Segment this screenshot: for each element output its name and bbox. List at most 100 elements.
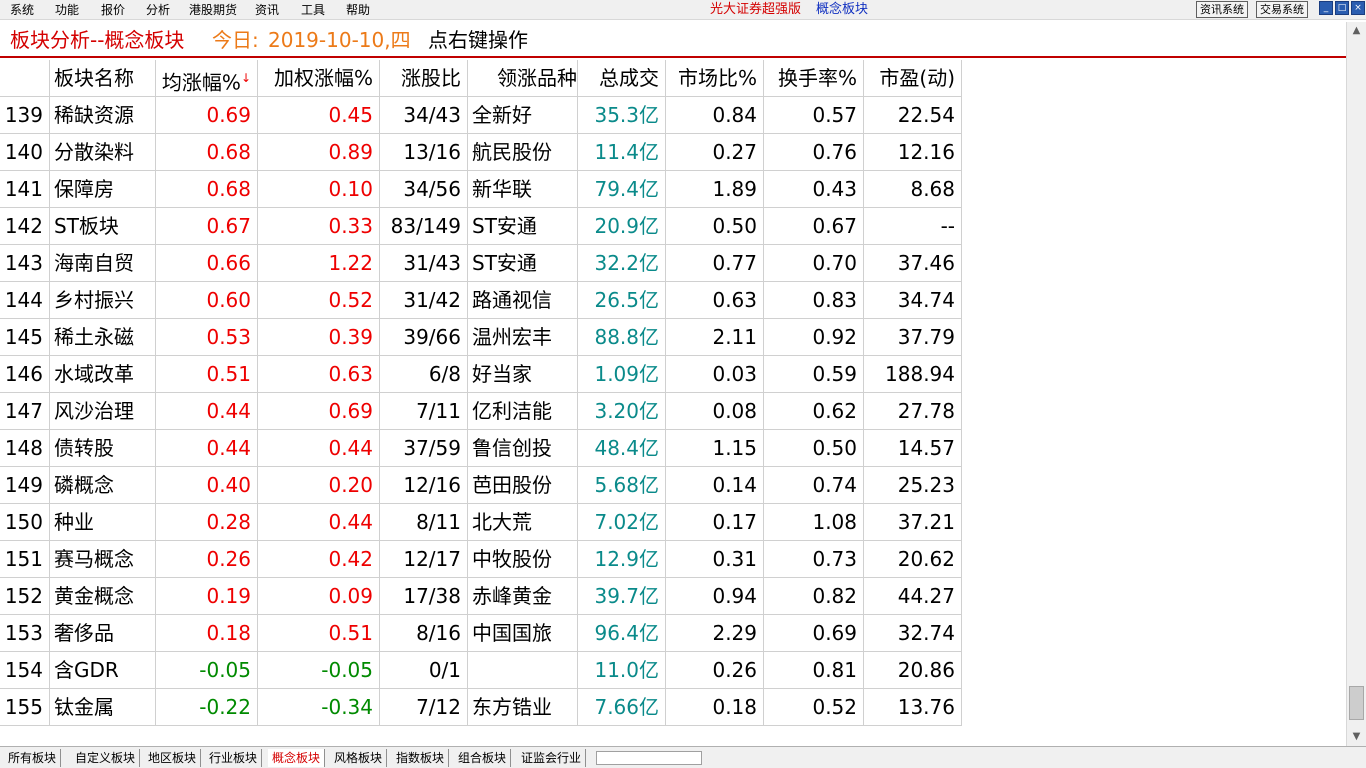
- vertical-scrollbar[interactable]: ▲ ▼: [1346, 22, 1366, 746]
- close-icon[interactable]: ×: [1351, 1, 1365, 15]
- header-market-share-label[interactable]: 市场比%: [678, 66, 757, 90]
- menu-quote[interactable]: 报价: [101, 2, 125, 18]
- table-row[interactable]: 140 分散染料 0.68 0.89 13/16 航民股份 11.4亿 0.27 0.76 12.…: [0, 134, 962, 171]
- cell-rise-ratio: 39/66: [380, 319, 468, 356]
- cell-rise-ratio: 8/11: [380, 504, 468, 541]
- table-row[interactable]: 149 磷概念 0.40 0.20 12/16 芭田股份 5.68亿 0.14 0.74 25.2…: [0, 467, 962, 504]
- tab-6[interactable]: 指数板块: [392, 749, 450, 767]
- tab-4[interactable]: 概念板块: [268, 749, 326, 767]
- cell-weighted-change: 0.39: [258, 319, 380, 356]
- table-row[interactable]: 144 乡村振兴 0.60 0.52 31/42 路通视信 26.5亿 0.63 0.83 34.…: [0, 282, 962, 319]
- header-weighted-change-label[interactable]: 加权涨幅%: [274, 66, 373, 90]
- header-block-name-label[interactable]: 板块名称: [54, 66, 134, 90]
- cell-leading-stock: 路通视信: [468, 282, 578, 319]
- menu-function[interactable]: 功能: [55, 2, 79, 18]
- tab-7[interactable]: 组合板块: [454, 749, 512, 767]
- news-system-button[interactable]: 资讯系统: [1196, 1, 1248, 18]
- cell-avg-change: 0.68: [156, 171, 258, 208]
- cell-turnover-rate: 0.67: [764, 208, 864, 245]
- header-turnover-rate[interactable]: 换手率%: [764, 60, 864, 97]
- cell-turnover-rate: 0.52: [764, 689, 864, 726]
- cell-turnover-rate: 0.74: [764, 467, 864, 504]
- cell-pe-ratio: 20.62: [864, 541, 962, 578]
- table-row[interactable]: 141 保障房 0.68 0.10 34/56 新华联 79.4亿 1.89 0.43 8.68: [0, 171, 962, 208]
- cell-weighted-change: 0.20: [258, 467, 380, 504]
- header-leading-stock-label[interactable]: 领涨品种: [497, 66, 577, 90]
- table-row[interactable]: 153 奢侈品 0.18 0.51 8/16 中国国旅 96.4亿 2.29 0.69 32.74: [0, 615, 962, 652]
- cell-total-volume: 5.68亿: [578, 467, 666, 504]
- table-row[interactable]: 139 稀缺资源 0.69 0.45 34/43 全新好 35.3亿 0.84 0.57 22.5…: [0, 97, 962, 134]
- cell-total-volume: 26.5亿: [578, 282, 666, 319]
- table-row[interactable]: 146 水域改革 0.51 0.63 6/8 好当家 1.09亿 0.03 0.59 188.94: [0, 356, 962, 393]
- scroll-thumb[interactable]: [1349, 686, 1364, 720]
- menu-system[interactable]: 系统: [10, 2, 34, 18]
- table-row[interactable]: 145 稀土永磁 0.53 0.39 39/66 温州宏丰 88.8亿 2.11 0.92 37.…: [0, 319, 962, 356]
- cell-pe-ratio: 188.94: [864, 356, 962, 393]
- cell-avg-change: 0.51: [156, 356, 258, 393]
- menu-help[interactable]: 帮助: [346, 2, 370, 18]
- table-row[interactable]: 155 钛金属 -0.22 -0.34 7/12 东方锆业 7.66亿 0.18 0.52 13.…: [0, 689, 962, 726]
- header-turnover-rate-label[interactable]: 换手率%: [778, 66, 857, 90]
- tab-5[interactable]: 风格板块: [330, 749, 388, 767]
- cell-market-share: 1.89: [666, 171, 764, 208]
- cell-pe-ratio: 25.23: [864, 467, 962, 504]
- horizontal-scrollbar[interactable]: [596, 751, 702, 765]
- cell-leading-stock: ST安通: [468, 245, 578, 282]
- cell-avg-change: 0.66: [156, 245, 258, 282]
- menu-tools[interactable]: 工具: [301, 2, 325, 18]
- cell-avg-change: 0.69: [156, 97, 258, 134]
- cell-pe-ratio: --: [864, 208, 962, 245]
- table-row[interactable]: 143 海南自贸 0.66 1.22 31/43 ST安通 32.2亿 0.77 0.70 37.…: [0, 245, 962, 282]
- header-market-share[interactable]: 市场比%: [666, 60, 764, 97]
- header-block-name[interactable]: 板块名称: [50, 60, 156, 97]
- cell-block-name: 海南自贸: [50, 245, 156, 282]
- cell-rise-ratio: 31/42: [380, 282, 468, 319]
- tab-2[interactable]: 地区板块: [144, 749, 202, 767]
- cell-market-share: 0.03: [666, 356, 764, 393]
- cell-avg-change: 0.40: [156, 467, 258, 504]
- cell-total-volume: 3.20亿: [578, 393, 666, 430]
- table-row[interactable]: 154 含GDR -0.05 -0.05 0/1 11.0亿 0.26 0.81 20.86: [0, 652, 962, 689]
- header-pe-ratio[interactable]: 市盈(动): [864, 60, 962, 97]
- menu-analysis[interactable]: 分析: [146, 2, 170, 18]
- table-row[interactable]: 148 债转股 0.44 0.44 37/59 鲁信创投 48.4亿 1.15 0.50 14.5…: [0, 430, 962, 467]
- cell-rise-ratio: 12/17: [380, 541, 468, 578]
- header-rise-ratio-label[interactable]: 涨股比: [401, 66, 461, 90]
- restore-icon[interactable]: □: [1335, 1, 1349, 15]
- header-weighted-change[interactable]: 加权涨幅%: [258, 60, 380, 97]
- header-leading-stock[interactable]: 领涨品种: [468, 60, 578, 97]
- header-total-volume-label[interactable]: 总成交: [599, 66, 659, 90]
- cell-block-name: 稀缺资源: [50, 97, 156, 134]
- cell-turnover-rate: 0.92: [764, 319, 864, 356]
- cell-weighted-change: 0.10: [258, 171, 380, 208]
- scroll-up-icon[interactable]: ▲: [1347, 22, 1366, 40]
- tab-0[interactable]: 所有板块: [4, 749, 62, 767]
- cell-weighted-change: 0.69: [258, 393, 380, 430]
- cell-rise-ratio: 0/1: [380, 652, 468, 689]
- table-row[interactable]: 142 ST板块 0.67 0.33 83/149 ST安通 20.9亿 0.50 0.67 --: [0, 208, 962, 245]
- header-rise-ratio[interactable]: 涨股比: [380, 60, 468, 97]
- table-row[interactable]: 147 风沙治理 0.44 0.69 7/11 亿利洁能 3.20亿 0.08 0.62 27.7…: [0, 393, 962, 430]
- cell-block-name: 风沙治理: [50, 393, 156, 430]
- menu-hk-futures[interactable]: 港股期货: [189, 2, 237, 18]
- table-row[interactable]: 150 种业 0.28 0.44 8/11 北大荒 7.02亿 0.17 1.08 37.21: [0, 504, 962, 541]
- header-avg-change[interactable]: 均涨幅%↓: [156, 60, 258, 97]
- scroll-down-icon[interactable]: ▼: [1347, 728, 1366, 746]
- header-pe-ratio-label[interactable]: 市盈(动): [879, 66, 955, 90]
- menu-news[interactable]: 资讯: [255, 2, 279, 18]
- table-row[interactable]: 151 赛马概念 0.26 0.42 12/17 中牧股份 12.9亿 0.31 0.73 20.…: [0, 541, 962, 578]
- cell-weighted-change: 0.42: [258, 541, 380, 578]
- cell-avg-change: -0.22: [156, 689, 258, 726]
- table-row[interactable]: 152 黄金概念 0.19 0.09 17/38 赤峰黄金 39.7亿 0.94 0.82 44.…: [0, 578, 962, 615]
- tab-8[interactable]: 证监会行业: [517, 749, 587, 767]
- tab-1[interactable]: 自定义板块: [71, 749, 141, 767]
- cell-market-share: 0.31: [666, 541, 764, 578]
- header-avg-change-label[interactable]: 均涨幅%: [162, 71, 241, 95]
- cell-pe-ratio: 13.76: [864, 689, 962, 726]
- header-row-number[interactable]: [0, 60, 50, 97]
- tab-3[interactable]: 行业板块: [205, 749, 263, 767]
- trade-system-button[interactable]: 交易系统: [1256, 1, 1308, 18]
- header-total-volume[interactable]: 总成交: [578, 60, 666, 97]
- panel-title-bar: 板块分析--概念板块 今日: 2019-10-10,四 点右键操作: [0, 22, 1346, 58]
- minimize-icon[interactable]: _: [1319, 1, 1333, 15]
